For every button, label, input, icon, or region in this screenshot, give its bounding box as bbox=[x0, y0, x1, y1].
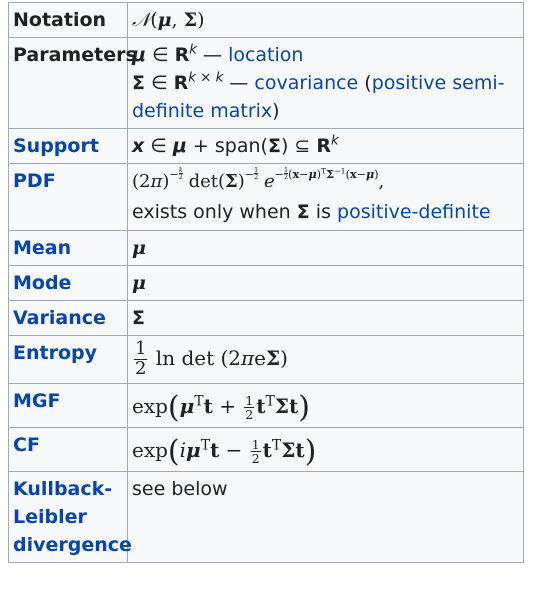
row-pdf: PDF (2π)− k 2 det(Σ)− 1 2 e− 1 2 (x−μ)TΣ−1(x−μ)… bbox=[8, 163, 524, 231]
row-notation: Notation 𝒩(μ, Σ) bbox=[8, 2, 524, 38]
row-entropy: Entropy 12 ln det (2πeΣ) bbox=[8, 335, 524, 384]
value-pdf: (2π)− k 2 det(Σ)− 1 2 e− 1 2 (x−μ)TΣ−1(x−μ), ex… bbox=[127, 163, 524, 231]
value-parameters: μ ∈ Rk — location Σ ∈ Rk × k — covarianc… bbox=[127, 37, 524, 129]
location-link[interactable]: location bbox=[228, 44, 303, 66]
value-notation: 𝒩(μ, Σ) bbox=[127, 2, 524, 38]
infobox-table: Notation 𝒩(μ, Σ) Parameters μ ∈ Rk — loc… bbox=[8, 2, 524, 563]
entropy-formula: 12 ln det (2πeΣ) bbox=[134, 338, 288, 379]
value-mean: μ bbox=[127, 230, 524, 266]
cf-formula: exp(iμTt − 1 2 tTΣt) bbox=[132, 433, 317, 469]
param-sigma: Σ ∈ Rk × k — covariance (positive semi-d… bbox=[132, 70, 505, 122]
label-variance[interactable]: Variance bbox=[8, 300, 128, 336]
row-mgf: MGF exp(μTt + 1 2 tTΣt) bbox=[8, 382, 524, 428]
row-mean: Mean μ bbox=[8, 230, 524, 266]
row-mode: Mode μ bbox=[8, 265, 524, 301]
label-mgf[interactable]: MGF bbox=[8, 382, 128, 428]
row-cf: CF exp(iμTt − 1 2 tTΣt) bbox=[8, 426, 524, 472]
pdf-formula: (2π)− k 2 det(Σ)− 1 2 e− 1 2 (x−μ)TΣ−1(x−μ), bbox=[132, 166, 385, 192]
value-variance: Σ bbox=[127, 300, 524, 336]
row-parameters: Parameters μ ∈ Rk — location Σ ∈ Rk × k … bbox=[8, 37, 524, 129]
covariance-link[interactable]: covariance bbox=[254, 72, 358, 94]
value-cf: exp(iμTt − 1 2 tTΣt) bbox=[127, 426, 524, 472]
value-kl-divergence: see below bbox=[127, 470, 524, 563]
label-notation: Notation bbox=[8, 2, 128, 38]
label-pdf[interactable]: PDF bbox=[8, 163, 128, 231]
value-mode: μ bbox=[127, 265, 524, 301]
row-kl-divergence: Kullback- Leibler divergence see below bbox=[8, 470, 524, 563]
label-mode[interactable]: Mode bbox=[8, 265, 128, 301]
label-support[interactable]: Support bbox=[8, 128, 128, 164]
param-mu: μ ∈ Rk — location bbox=[132, 42, 304, 66]
label-parameters: Parameters bbox=[8, 37, 137, 129]
row-variance: Variance Σ bbox=[8, 300, 524, 336]
label-cf[interactable]: CF bbox=[8, 426, 128, 472]
mgf-formula: exp(μTt + 1 2 tTΣt) bbox=[132, 389, 310, 425]
value-support: x ∈ μ + span(Σ) ⊆ Rk bbox=[127, 128, 524, 164]
label-entropy[interactable]: Entropy bbox=[8, 335, 128, 384]
value-mgf: exp(μTt + 1 2 tTΣt) bbox=[127, 382, 524, 428]
label-kl-divergence[interactable]: Kullback- Leibler divergence bbox=[8, 470, 132, 563]
label-mean[interactable]: Mean bbox=[8, 230, 128, 266]
pdf-note: exists only when Σ is positive-definite bbox=[132, 201, 491, 223]
notation-formula: 𝒩(μ, Σ) bbox=[132, 9, 205, 31]
positive-definite-link[interactable]: positive-definite bbox=[337, 201, 491, 223]
row-support: Support x ∈ μ + span(Σ) ⊆ Rk bbox=[8, 128, 524, 164]
value-entropy: 12 ln det (2πeΣ) bbox=[127, 335, 524, 384]
